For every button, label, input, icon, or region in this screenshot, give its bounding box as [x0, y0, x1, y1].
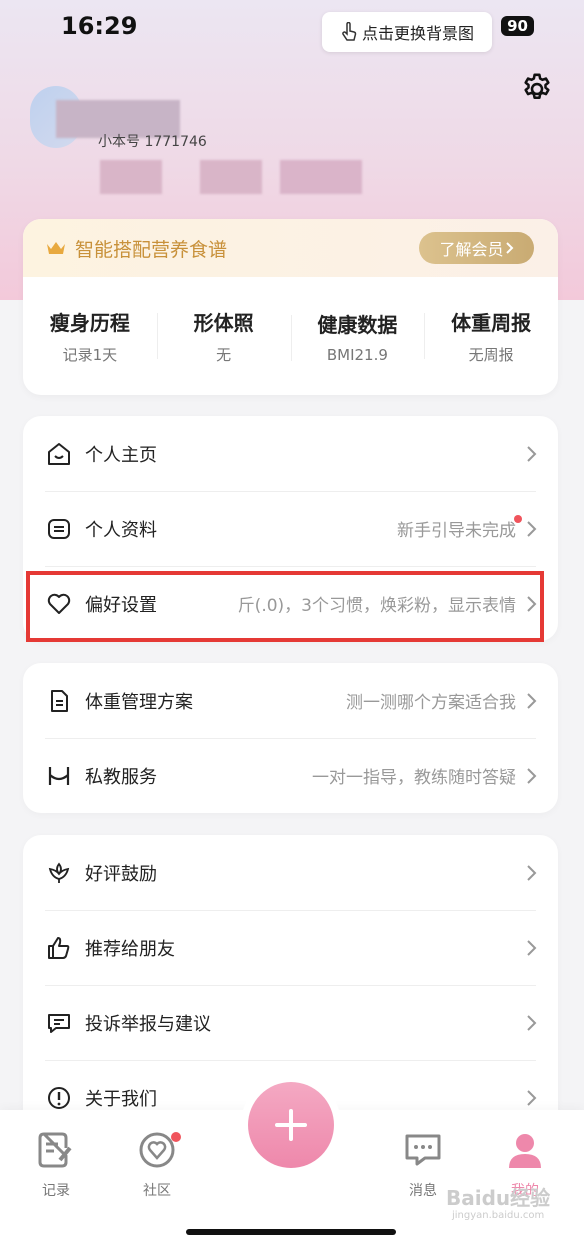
stat-sub: BMI21.9 — [326, 345, 388, 364]
home-face-icon — [45, 440, 73, 468]
watermark-logo: Baidu经验 — [446, 1186, 551, 1210]
tab-messages[interactable]: 消息 — [393, 1130, 453, 1200]
menu-item-personal-homepage[interactable]: 个人主页 — [23, 416, 558, 491]
stat-body-photo[interactable]: 形体照 无 — [156, 307, 291, 365]
menu-label: 投诉举报与建议 — [85, 1013, 211, 1035]
stat-sub: 无周报 — [468, 346, 514, 364]
stat-health-data[interactable]: 健康数据 BMI21.9 — [290, 309, 425, 364]
watermark-url: jingyan.baidu.com — [452, 1210, 545, 1221]
home-indicator — [186, 1229, 396, 1235]
battery-badge: 90 — [501, 16, 534, 36]
menu-item-feedback[interactable]: 投诉举报与建议 — [23, 985, 558, 1060]
menu-label: 个人主页 — [85, 444, 157, 466]
chevron-right-icon — [527, 692, 537, 709]
notification-dot — [171, 1132, 181, 1142]
chat-icon — [405, 1134, 441, 1166]
menu-label: 个人资料 — [85, 519, 157, 541]
stat-sub: 记录1天 — [62, 346, 118, 364]
stat-title: 健康数据 — [317, 312, 398, 337]
notification-dot — [514, 515, 522, 523]
tab-community[interactable]: 社区 — [127, 1130, 187, 1200]
learn-membership-label: 了解会员 — [439, 240, 504, 259]
menu-value: 一对一指导，教练随时答疑 — [312, 768, 516, 788]
vip-title: 智能搭配营养食谱 — [75, 238, 228, 261]
chevron-right-icon — [505, 242, 513, 254]
vip-banner[interactable]: 智能搭配营养食谱 了解会员 — [23, 219, 558, 277]
menu-item-personal-info[interactable]: 个人资料 新手引导未完成 — [23, 491, 558, 566]
tab-record[interactable]: 记录 — [26, 1130, 86, 1200]
change-background-label: 点击更换背景图 — [361, 24, 474, 43]
profile-stat-blurred-3 — [280, 160, 362, 194]
coach-icon — [45, 762, 73, 790]
highlight-annotation-box — [26, 571, 544, 642]
profile-card-icon — [45, 515, 73, 543]
menu-label: 好评鼓励 — [85, 863, 157, 885]
stat-weight-journey[interactable]: 瘦身历程 记录1天 — [23, 307, 157, 365]
tab-label: 消息 — [409, 1183, 437, 1199]
status-time: 16:29 — [61, 12, 138, 40]
stat-weekly-report[interactable]: 体重周报 无周报 — [424, 307, 558, 365]
menu-item-rate-us[interactable]: 好评鼓励 — [23, 835, 558, 910]
stat-title: 瘦身历程 — [49, 311, 130, 335]
thumbs-up-icon — [45, 934, 73, 962]
chevron-right-icon — [527, 864, 537, 881]
user-id-text: 小本号 1771746 — [98, 134, 207, 150]
flower-icon — [45, 859, 73, 887]
settings-gear-icon[interactable] — [520, 72, 554, 106]
user-icon — [509, 1134, 541, 1168]
stats-row: 瘦身历程 记录1天 形体照 无 健康数据 BMI21.9 体重周报 无周报 — [23, 277, 558, 395]
menu-value: 新手引导未完成 — [397, 521, 516, 541]
chevron-right-icon — [527, 939, 537, 956]
status-bar: 16:29 90 — [0, 0, 584, 56]
stat-title: 形体照 — [193, 311, 254, 335]
menu-card-services: 体重管理方案 测一测哪个方案适合我 私教服务 一对一指导，教练随时答疑 — [23, 663, 558, 813]
stat-title: 体重周报 — [451, 311, 532, 335]
menu-item-recommend[interactable]: 推荐给朋友 — [23, 910, 558, 985]
tab-label: 社区 — [143, 1183, 171, 1199]
tab-label: 记录 — [42, 1183, 70, 1199]
menu-label: 体重管理方案 — [85, 691, 193, 713]
document-icon — [45, 687, 73, 715]
change-background-button[interactable]: 点击更换背景图 — [322, 12, 492, 52]
stat-sub: 无 — [216, 346, 232, 364]
vip-stats-card: 智能搭配营养食谱 了解会员 瘦身历程 记录1天 形体照 无 健康数据 BMI21… — [23, 219, 558, 395]
chevron-right-icon — [527, 1014, 537, 1031]
info-icon — [45, 1084, 73, 1112]
learn-membership-button[interactable]: 了解会员 — [419, 232, 534, 264]
menu-item-coach-service[interactable]: 私教服务 一对一指导，教练随时答疑 — [23, 738, 558, 813]
chevron-right-icon — [527, 445, 537, 462]
menu-label: 推荐给朋友 — [85, 938, 175, 960]
add-record-button[interactable] — [248, 1082, 334, 1168]
plus-icon — [275, 1109, 307, 1141]
tap-hand-icon — [342, 22, 357, 41]
profile-stat-blurred-2 — [200, 160, 262, 194]
menu-label: 私教服务 — [85, 766, 157, 788]
profile-stat-blurred-1 — [100, 160, 162, 194]
message-icon — [45, 1009, 73, 1037]
chevron-right-icon — [527, 1089, 537, 1106]
record-icon — [38, 1132, 72, 1168]
menu-item-weight-plan[interactable]: 体重管理方案 测一测哪个方案适合我 — [23, 663, 558, 738]
chevron-right-icon — [527, 520, 537, 537]
menu-value: 测一测哪个方案适合我 — [346, 693, 516, 713]
crown-icon — [47, 242, 65, 254]
menu-label: 关于我们 — [85, 1088, 157, 1110]
chevron-right-icon — [527, 767, 537, 784]
